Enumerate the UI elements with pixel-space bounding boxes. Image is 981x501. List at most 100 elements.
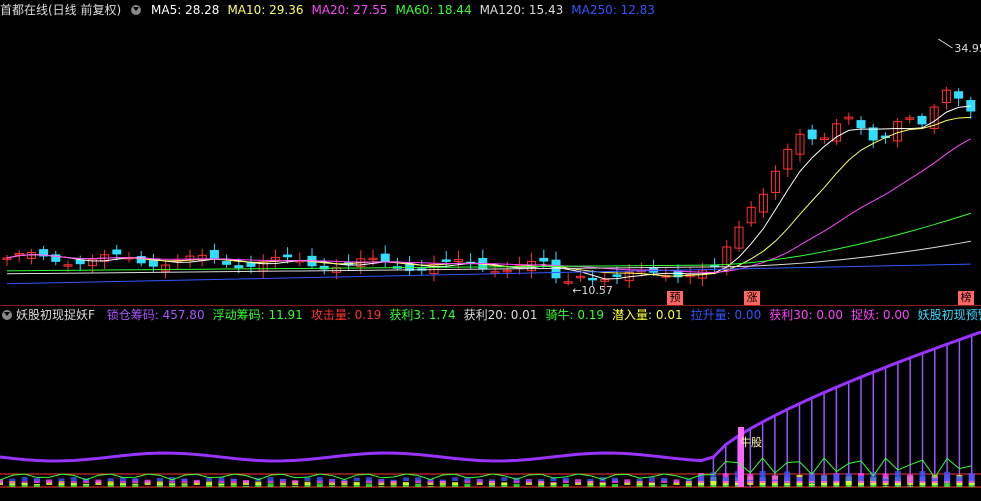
signal-bar — [21, 482, 28, 485]
signal-bar — [907, 474, 914, 483]
signal-bar — [845, 473, 852, 481]
candle-body — [246, 262, 256, 267]
signal-bar — [415, 477, 422, 481]
signal-bar — [439, 480, 446, 483]
signal-bar — [292, 480, 299, 483]
signal-bar — [685, 481, 692, 483]
signal-bar — [907, 485, 914, 487]
candle-body — [966, 100, 976, 112]
signal-bar — [218, 483, 225, 487]
signal-bar — [181, 483, 188, 485]
signal-bar — [476, 479, 483, 481]
indicator-label-3: 获利3: 1.74 — [389, 308, 456, 322]
settings-toggle-icon[interactable] — [131, 5, 142, 15]
indicator-toggle-icon[interactable] — [2, 310, 12, 320]
signal-bar — [366, 483, 372, 487]
niu-label: 牛股 — [740, 435, 762, 449]
signal-bar — [722, 484, 729, 487]
signal-bar — [538, 481, 545, 483]
candle-body — [917, 115, 927, 125]
indicator-label-9: 捉妖: 0.00 — [851, 308, 910, 322]
signal-bar — [587, 481, 594, 483]
signal-bar — [255, 481, 262, 485]
signal-bar — [968, 472, 975, 481]
indicator-chart[interactable]: 牛股 — [0, 325, 981, 501]
signal-bar — [390, 479, 397, 481]
signal-bar — [464, 483, 471, 487]
signal-bar — [9, 478, 16, 481]
signal-bar — [218, 483, 225, 485]
signal-bar — [648, 477, 655, 481]
ma120-line — [6, 240, 971, 275]
indicator-label-7: 拉升量: 0.00 — [690, 308, 762, 322]
signal-bar — [612, 477, 618, 481]
signal-bar — [193, 479, 200, 483]
signal-bar — [489, 480, 495, 483]
candlestick-chart[interactable]: 34.95 ←10.57 — [0, 20, 981, 306]
signal-bar — [833, 473, 840, 481]
signal-bar — [501, 482, 508, 485]
signal-bar — [931, 478, 938, 481]
signal-tag-1: 涨 — [744, 291, 760, 305]
lock-chip-curve — [0, 330, 981, 463]
ma-legend: MA5: 28.28 MA10: 29.36 MA20: 27.55 MA60: 18… — [151, 3, 663, 17]
signal-bar — [710, 472, 717, 481]
signal-bar — [70, 477, 77, 481]
signal-bar — [944, 471, 951, 481]
signal-bar — [968, 482, 975, 485]
signal-bar — [796, 477, 803, 481]
indicator-header: 妖股初现捉妖F 锁仓筹码: 457.80 浮动筹码: 11.91 攻击量: 0.19… — [0, 305, 981, 325]
signal-bar — [353, 477, 360, 481]
candle-body — [539, 257, 549, 262]
signal-bar — [9, 481, 16, 483]
signal-bar — [230, 485, 237, 487]
signal-bar — [144, 479, 151, 483]
signal-bar — [882, 485, 889, 487]
signal-bar — [70, 481, 77, 483]
signal-bar — [107, 478, 114, 481]
signal-bar — [599, 481, 606, 483]
signal-bar — [329, 478, 336, 481]
signal-bar — [156, 481, 163, 485]
signal-bar — [107, 481, 114, 485]
candle-body — [380, 253, 390, 263]
signal-bar — [956, 476, 963, 481]
signal-bar — [230, 478, 237, 481]
signal-bar — [439, 484, 446, 487]
signal-bar — [243, 479, 249, 483]
signal-bar — [120, 483, 126, 485]
ma-label-5: MA250: 12.83 — [571, 3, 655, 17]
signal-bar — [870, 481, 877, 483]
signal-bar — [33, 483, 40, 485]
signal-bar — [58, 481, 65, 483]
signal-bar — [452, 477, 459, 481]
candle-body — [954, 91, 964, 99]
signal-bar — [685, 481, 692, 485]
candle-body — [112, 249, 122, 255]
signal-bar — [169, 483, 176, 485]
candle-body — [588, 277, 598, 281]
signal-bar — [550, 481, 557, 483]
signal-bar — [132, 483, 139, 485]
signal-bar — [636, 481, 643, 483]
signal-bar — [132, 478, 139, 481]
chart-title[interactable]: 首都在线(日线 前复权) — [0, 3, 121, 17]
signal-bar — [759, 471, 766, 481]
indicator-title[interactable]: 妖股初现捉妖F — [16, 308, 95, 322]
signal-bar — [267, 477, 274, 481]
signal-bar — [562, 477, 569, 481]
signal-bar — [771, 479, 778, 481]
signal-bar — [452, 482, 459, 485]
signal-bar — [120, 480, 126, 483]
signal-bar — [304, 477, 311, 481]
indicator-legend: 锁仓筹码: 457.80 浮动筹码: 11.91 攻击量: 0.19 获利3: 1.7… — [107, 308, 981, 322]
signal-bar — [58, 481, 65, 485]
signal-bar — [784, 471, 791, 481]
signal-bar — [316, 483, 323, 487]
indicator-label-10: 妖股初现预警线: 30.00 — [917, 308, 981, 322]
candle-body — [612, 274, 622, 277]
signal-bar — [390, 485, 397, 487]
high-pointer — [938, 38, 953, 49]
signal-bar — [181, 484, 188, 487]
signal-bar — [538, 479, 545, 481]
